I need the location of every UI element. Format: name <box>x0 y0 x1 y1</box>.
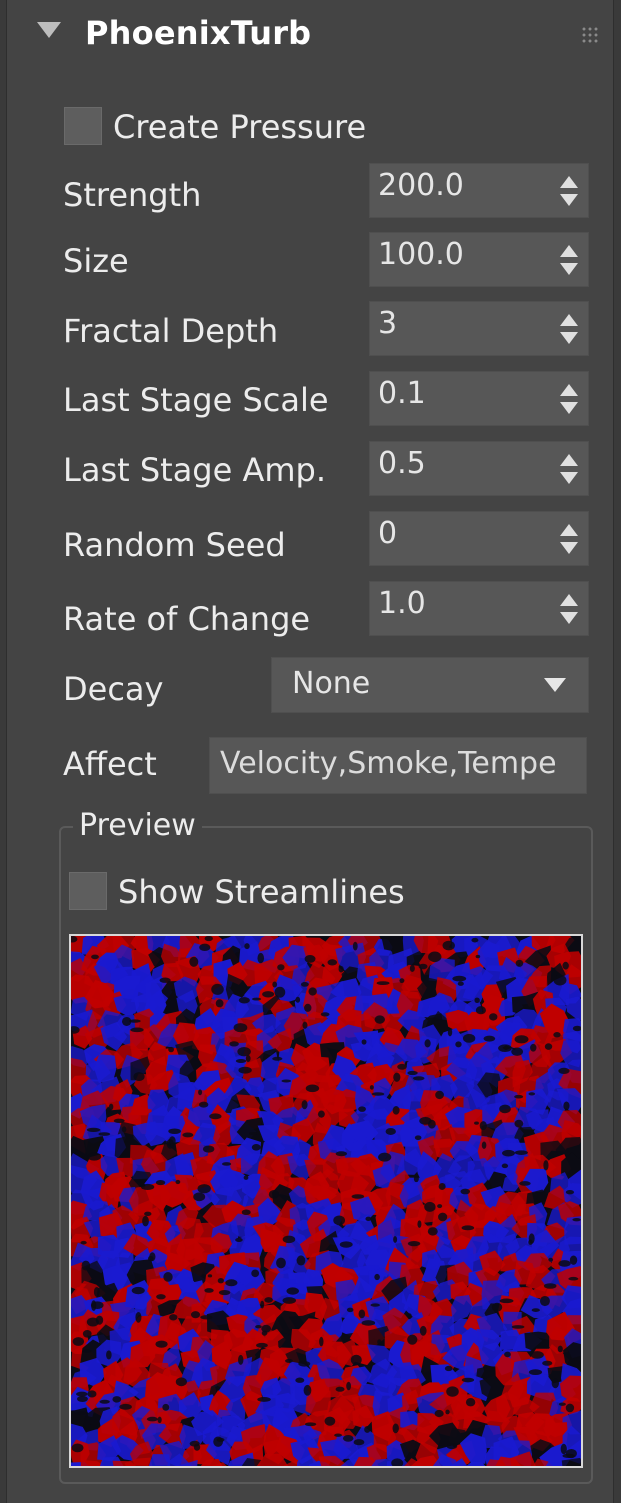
rate-of-change-value[interactable]: 1.0 <box>378 586 426 621</box>
rollout-header[interactable]: PhoenixTurb <box>7 0 613 82</box>
fractal-depth-label: Fractal Depth <box>63 312 279 350</box>
affect-value[interactable]: Velocity,Smoke,Tempe <box>220 746 557 781</box>
create-pressure-label: Create Pressure <box>113 108 367 146</box>
rate-of-change-spinner[interactable]: 1.0 <box>369 581 589 636</box>
random-seed-label: Random Seed <box>63 526 286 564</box>
last-stage-scale-label: Last Stage Scale <box>63 381 329 419</box>
fractal-depth-spinner[interactable]: 3 <box>369 301 589 356</box>
last-stage-amp-label: Last Stage Amp. <box>63 451 327 489</box>
rollout-title: PhoenixTurb <box>85 14 312 52</box>
strength-label: Strength <box>63 176 202 214</box>
size-label: Size <box>63 242 129 280</box>
collapse-arrow-icon[interactable] <box>37 22 61 38</box>
last-stage-scale-spinner[interactable]: 0.1 <box>369 371 589 426</box>
decay-dropdown[interactable]: None <box>271 657 589 713</box>
last-stage-scale-value[interactable]: 0.1 <box>378 376 426 411</box>
spinner-arrows-icon[interactable] <box>560 524 578 556</box>
affect-label: Affect <box>63 745 157 783</box>
spinner-arrows-icon[interactable] <box>560 176 578 208</box>
decay-label: Decay <box>63 670 164 708</box>
last-stage-amp-value[interactable]: 0.5 <box>378 446 426 481</box>
show-streamlines-label: Show Streamlines <box>118 873 405 911</box>
strength-value[interactable]: 200.0 <box>378 168 464 203</box>
size-value[interactable]: 100.0 <box>378 237 464 272</box>
turbulence-noise-image <box>71 936 581 1466</box>
drag-grip-icon[interactable] <box>581 26 599 44</box>
size-spinner[interactable]: 100.0 <box>369 232 589 287</box>
turbulence-preview-image <box>69 934 583 1468</box>
spinner-arrows-icon[interactable] <box>560 454 578 486</box>
random-seed-spinner[interactable]: 0 <box>369 511 589 566</box>
spinner-arrows-icon[interactable] <box>560 314 578 346</box>
last-stage-amp-spinner[interactable]: 0.5 <box>369 441 589 496</box>
strength-spinner[interactable]: 200.0 <box>369 163 589 218</box>
create-pressure-checkbox[interactable] <box>64 107 102 145</box>
affect-field[interactable]: Velocity,Smoke,Tempe <box>209 737 587 794</box>
random-seed-value[interactable]: 0 <box>378 516 397 551</box>
spinner-arrows-icon[interactable] <box>560 245 578 277</box>
phoenixturb-rollout: PhoenixTurb Create Pressure Strength 200… <box>6 0 614 1503</box>
decay-value[interactable]: None <box>292 666 370 701</box>
rate-of-change-label: Rate of Change <box>63 600 311 638</box>
fractal-depth-value[interactable]: 3 <box>378 306 397 341</box>
show-streamlines-checkbox[interactable] <box>69 872 107 910</box>
dropdown-arrow-icon[interactable] <box>544 678 566 692</box>
spinner-arrows-icon[interactable] <box>560 594 578 626</box>
spinner-arrows-icon[interactable] <box>560 384 578 416</box>
preview-group-title: Preview <box>73 808 202 843</box>
